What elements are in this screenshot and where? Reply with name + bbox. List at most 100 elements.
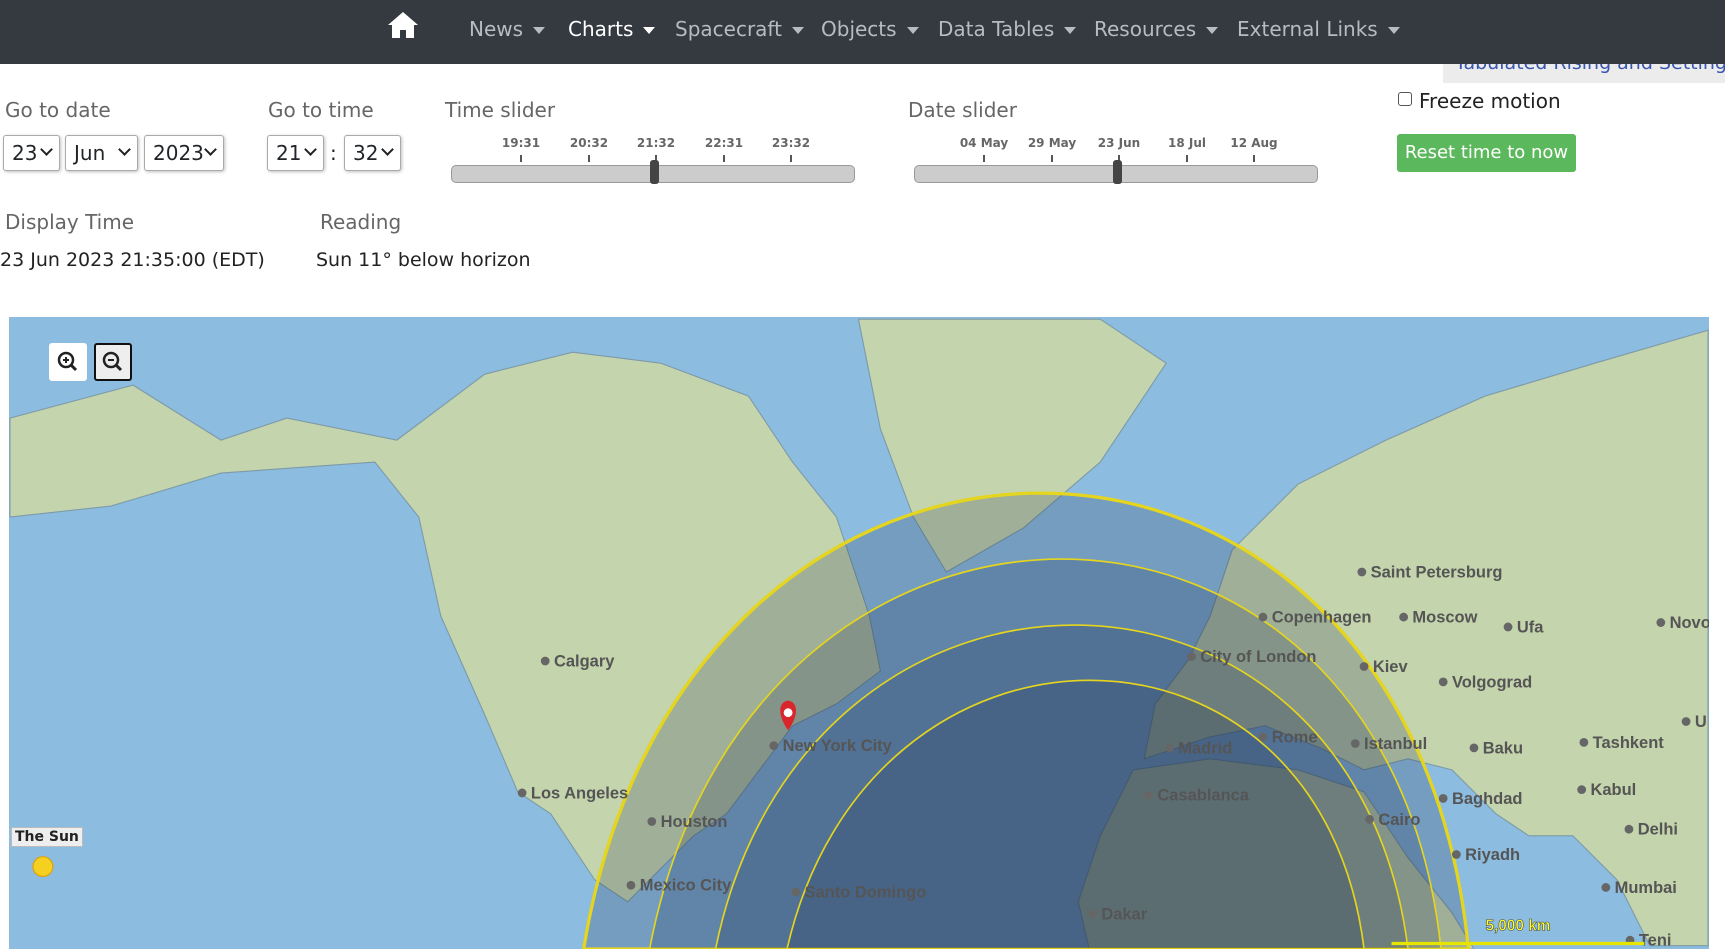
chevron-down-icon [118, 143, 131, 156]
zoom-in-icon [57, 351, 78, 372]
city-dot [1438, 677, 1448, 687]
city-dot [1365, 814, 1374, 824]
nav-spacecraft[interactable]: Spacecraft [675, 17, 804, 41]
tick [983, 155, 985, 162]
city-label: Kabul [1590, 781, 1636, 799]
chevron-down-icon [204, 143, 217, 156]
date-slider-label: Date slider [908, 98, 1017, 122]
time-slider[interactable]: 19:31 20:32 21:32 22:31 23:32 [451, 136, 857, 186]
city-label: Istanbul [1364, 735, 1427, 753]
tick-label: 20:32 [569, 136, 609, 150]
nav-external-links[interactable]: External Links [1237, 17, 1400, 41]
city-dot [1258, 612, 1268, 622]
tick-label: 19:31 [501, 136, 541, 150]
tick-label: 29 May [1027, 136, 1077, 150]
city-label: Teni [1639, 932, 1672, 949]
tick-label: 21:32 [636, 136, 676, 150]
city-label: Riyadh [1465, 846, 1520, 864]
time-separator: : [330, 141, 337, 165]
day-select[interactable]: 23 [3, 135, 60, 171]
city-label: Baku [1483, 739, 1523, 757]
tick-label: 04 May [959, 136, 1009, 150]
city-label: Cairo [1378, 811, 1420, 829]
city-dot [1165, 743, 1174, 753]
chevron-down-icon [381, 143, 394, 156]
tick [520, 155, 522, 162]
city-dot [540, 656, 550, 666]
nav-data-tables[interactable]: Data Tables [938, 17, 1077, 41]
city-label: City of London [1200, 648, 1316, 666]
freeze-motion-checkbox[interactable] [1398, 92, 1412, 106]
city-dot [1359, 662, 1369, 671]
city-dot [769, 741, 779, 751]
chevron-down-icon [40, 143, 53, 156]
city-label: Dakar [1101, 905, 1147, 923]
city-label: Los Angeles [531, 784, 628, 802]
display-time-label: Display Time [5, 210, 135, 234]
tick [723, 155, 725, 162]
date-slider-thumb[interactable] [1113, 160, 1122, 184]
time-slider-thumb[interactable] [650, 160, 659, 184]
city-dot [1577, 785, 1587, 795]
reset-time-button[interactable]: Reset time to now [1397, 134, 1576, 172]
scale-label: 5,000 km [1485, 917, 1550, 934]
time-slider-label: Time slider [445, 98, 556, 122]
minute-select[interactable]: 32 [344, 135, 401, 171]
month-select[interactable]: Jun [65, 135, 138, 171]
city-dot [1438, 794, 1448, 803]
tick-label: 23 Jun [1097, 136, 1141, 150]
tick [1253, 155, 1255, 162]
city-dot [1144, 790, 1154, 800]
city-dot [517, 788, 527, 798]
city-label: Saint Petersburg [1371, 563, 1503, 581]
tick-label: 12 Aug [1230, 136, 1278, 150]
city-dot [1503, 622, 1513, 632]
year-select[interactable]: 2023 [144, 135, 224, 171]
home-icon[interactable] [386, 10, 420, 40]
city-label: New York City [783, 737, 893, 755]
chevron-down-icon [304, 143, 317, 156]
city-label: Novo [1670, 614, 1709, 632]
city-label: Copenhagen [1272, 609, 1372, 627]
date-slider[interactable]: 04 May 29 May 23 Jun 18 Jul 12 Aug [914, 136, 1320, 186]
world-map[interactable]: Saint Petersburg Copenhagen Moscow Ufa Novo C… [9, 317, 1709, 949]
nav-resources[interactable]: Resources [1094, 17, 1219, 41]
tick-label: 18 Jul [1168, 136, 1206, 150]
tooltip: Tabulated Rising and Setting times [1443, 64, 1725, 83]
city-label: Mexico City [640, 877, 732, 895]
city-dot [1681, 717, 1691, 726]
sun-label: The Sun [11, 827, 83, 847]
go-to-time-label: Go to time [268, 98, 374, 122]
go-to-date-label: Go to date [5, 98, 111, 122]
city-dot [1258, 732, 1268, 742]
map-canvas[interactable]: Saint Petersburg Copenhagen Moscow Ufa Novo C… [9, 317, 1709, 949]
city-label: Mumbai [1615, 879, 1677, 897]
freeze-motion-label[interactable]: Freeze motion [1419, 89, 1561, 113]
zoom-in-button[interactable] [49, 343, 87, 381]
nav-news[interactable]: News [469, 17, 546, 41]
tick [1051, 155, 1053, 162]
nav-charts[interactable]: Charts [568, 17, 656, 41]
zoom-out-button[interactable] [94, 343, 132, 381]
nav-objects[interactable]: Objects [821, 17, 919, 41]
city-label: Tashkent [1593, 734, 1665, 752]
city-dot [1187, 652, 1196, 662]
city-dot [1656, 618, 1666, 627]
city-dot [1088, 909, 1097, 919]
reading-value: Sun 11° below horizon [316, 249, 531, 271]
city-dot [1357, 567, 1367, 577]
top-navbar: News Charts Spacecraft Objects Data Tabl… [0, 0, 1725, 64]
city-dot [1601, 883, 1611, 892]
tick-label: 23:32 [771, 136, 811, 150]
city-label: Madrid [1178, 739, 1232, 757]
hour-select[interactable]: 21 [267, 135, 324, 171]
sun-icon[interactable] [32, 856, 54, 878]
city-dot [1579, 737, 1589, 747]
city-label: Casablanca [1157, 787, 1249, 805]
city-dot [791, 887, 801, 897]
city-label: Kiev [1373, 658, 1409, 676]
city-label: Delhi [1638, 821, 1678, 839]
city-label: Volgograd [1452, 673, 1532, 691]
city-label: Rome [1272, 728, 1318, 746]
city-label: Santo Domingo [805, 883, 927, 901]
